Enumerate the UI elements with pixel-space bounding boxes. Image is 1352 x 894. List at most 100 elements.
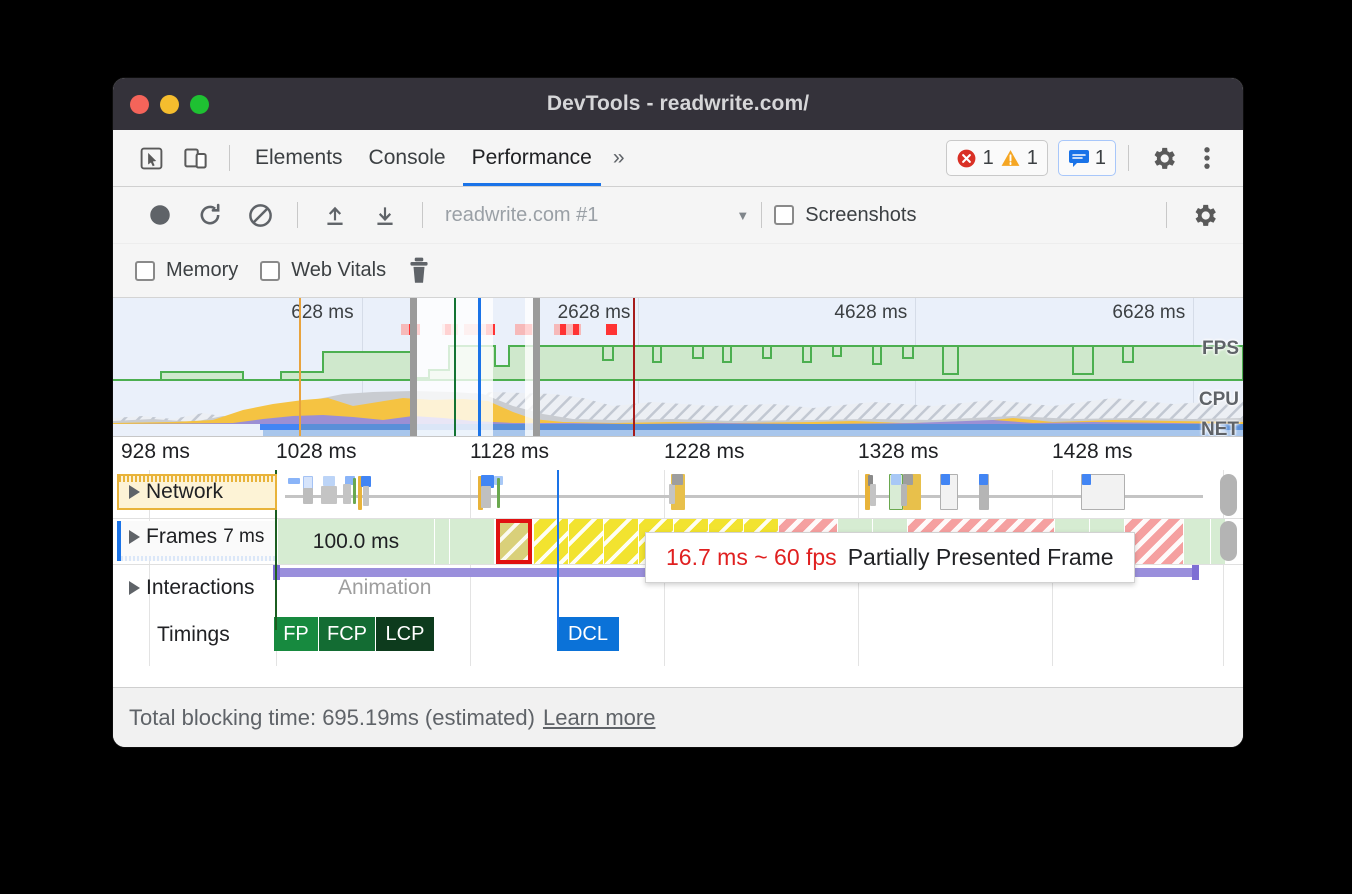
perfbar-divider-1 — [297, 202, 298, 228]
network-request[interactable] — [321, 486, 337, 504]
animation-track-name: Animation — [338, 576, 431, 600]
chevron-down-icon[interactable]: ▼ — [736, 208, 749, 223]
network-request[interactable] — [481, 486, 491, 508]
timing-marker-fp[interactable]: FP — [274, 617, 318, 651]
expand-triangle-icon[interactable] — [129, 581, 140, 595]
close-window-button[interactable] — [130, 95, 149, 114]
expand-triangle-icon[interactable] — [129, 530, 140, 544]
tracks-scrollbar-thumb[interactable] — [1220, 474, 1237, 516]
track-network[interactable]: Network — [113, 470, 1243, 518]
frame-good[interactable] — [435, 519, 449, 564]
memory-checkbox-wrap[interactable]: Memory — [135, 259, 238, 282]
track-frames-label[interactable]: Frames 7 ms — [129, 525, 264, 549]
trash-icon[interactable] — [408, 257, 430, 284]
frame-partial[interactable] — [604, 519, 638, 564]
window-title: DevTools - readwrite.com/ — [547, 92, 809, 116]
tab-console-label: Console — [369, 146, 446, 170]
capture-settings-gear-icon[interactable] — [1179, 193, 1229, 237]
tooltip-duration: 16.7 ms ~ 60 fps — [666, 544, 837, 571]
timeline-tick-0: 928 ms — [121, 440, 190, 464]
network-request[interactable] — [288, 478, 300, 484]
frame-good[interactable] — [450, 519, 494, 564]
screenshots-checkbox-wrap[interactable]: Screenshots — [774, 204, 916, 227]
timing-marker-lcp[interactable]: LCP — [376, 617, 434, 651]
web-vitals-checkbox-wrap[interactable]: Web Vitals — [260, 259, 386, 282]
error-count: 1 — [983, 147, 994, 170]
screenshots-checkbox[interactable] — [774, 205, 794, 225]
overview-band-label-cpu: CPU — [1199, 389, 1239, 411]
message-count: 1 — [1095, 147, 1106, 170]
memory-checkbox[interactable] — [135, 261, 155, 281]
devtools-window: DevTools - readwrite.com/ Elements — [113, 78, 1243, 747]
track-network-name: Network — [146, 480, 223, 504]
messages-counter[interactable]: 1 — [1058, 140, 1116, 176]
network-request[interactable] — [669, 484, 675, 504]
tab-performance[interactable]: Performance — [459, 130, 605, 186]
inspect-cursor-icon[interactable] — [129, 136, 173, 180]
overview-window-handle-left[interactable] — [410, 298, 417, 436]
overview-marker-green — [454, 298, 456, 436]
overview-tick-1: 2628 ms — [558, 302, 639, 324]
learn-more-link[interactable]: Learn more — [543, 705, 656, 731]
network-request[interactable] — [1082, 474, 1091, 485]
gear-icon[interactable] — [1141, 136, 1185, 180]
profile-selector[interactable]: readwrite.com #1 — [435, 204, 598, 227]
web-vitals-checkbox[interactable] — [260, 261, 280, 281]
record-circle-icon[interactable] — [135, 193, 185, 237]
network-request[interactable] — [323, 476, 335, 486]
track-frames-suffix: 7 ms — [223, 526, 264, 548]
network-request[interactable] — [891, 474, 901, 485]
track-network-label[interactable]: Network — [129, 480, 223, 504]
network-request[interactable] — [303, 488, 313, 504]
total-blocking-time: Total blocking time: 695.19ms (estimated… — [129, 705, 535, 731]
frame-partial[interactable] — [569, 519, 603, 564]
timing-marker-fcp[interactable]: FCP — [319, 617, 375, 651]
tab-performance-label: Performance — [472, 146, 592, 170]
timing-marker-dcl[interactable]: DCL — [557, 617, 619, 651]
device-toolbar-icon[interactable] — [173, 136, 217, 180]
perfbar-divider-2 — [422, 202, 423, 228]
download-profile-icon[interactable] — [360, 193, 410, 237]
network-request[interactable] — [353, 478, 356, 504]
overview-marker-orange — [299, 298, 301, 436]
upload-profile-icon[interactable] — [310, 193, 360, 237]
error-icon — [956, 148, 977, 169]
track-timings[interactable]: Timings FP FCP LCP DCL — [113, 613, 1243, 665]
overview-pane[interactable]: 628 ms 2628 ms 4628 ms 6628 ms FPS — [113, 298, 1243, 436]
network-request[interactable] — [343, 484, 351, 504]
overview-window-handle-right[interactable] — [533, 298, 540, 436]
kebab-menu-icon[interactable] — [1185, 136, 1229, 180]
minimize-window-button[interactable] — [160, 95, 179, 114]
track-interactions-label[interactable]: Interactions — [129, 576, 255, 600]
tab-console[interactable]: Console — [356, 130, 459, 186]
timeline-tick-1: 1028 ms — [276, 440, 357, 464]
track-timings-label: Timings — [157, 623, 230, 647]
performance-toolbar-secondary: Memory Web Vitals — [113, 244, 1243, 298]
frame-partial[interactable] — [534, 519, 568, 564]
network-request[interactable] — [672, 474, 683, 485]
network-request[interactable] — [901, 484, 907, 506]
screenshot-root: DevTools - readwrite.com/ Elements — [0, 0, 1352, 894]
timeline-tracks[interactable]: Network — [113, 470, 1243, 666]
network-request[interactable] — [979, 474, 988, 485]
track-frames-name: Frames — [146, 525, 217, 549]
more-tabs-icon[interactable]: » — [605, 146, 633, 170]
memory-label: Memory — [166, 259, 238, 282]
network-request[interactable] — [363, 486, 369, 506]
frames-scrollbar-thumb[interactable] — [1220, 521, 1237, 561]
tab-elements[interactable]: Elements — [242, 130, 356, 186]
frame-selected-partial[interactable] — [496, 519, 532, 564]
frame-good[interactable] — [1184, 519, 1210, 564]
track-interactions-name: Interactions — [146, 576, 255, 600]
network-request[interactable] — [941, 474, 950, 485]
frame-tooltip: 16.7 ms ~ 60 fps Partially Presented Fra… — [645, 532, 1135, 583]
clear-prohibited-icon[interactable] — [235, 193, 285, 237]
network-request[interactable] — [497, 478, 500, 508]
reload-record-icon[interactable] — [185, 193, 235, 237]
issues-counters[interactable]: 1 1 — [946, 140, 1048, 176]
network-request[interactable] — [870, 484, 876, 506]
overview-band-label-net: NET — [1201, 419, 1239, 436]
maximize-window-button[interactable] — [190, 95, 209, 114]
track-timings-name: Timings — [157, 623, 230, 647]
expand-triangle-icon[interactable] — [129, 485, 140, 499]
